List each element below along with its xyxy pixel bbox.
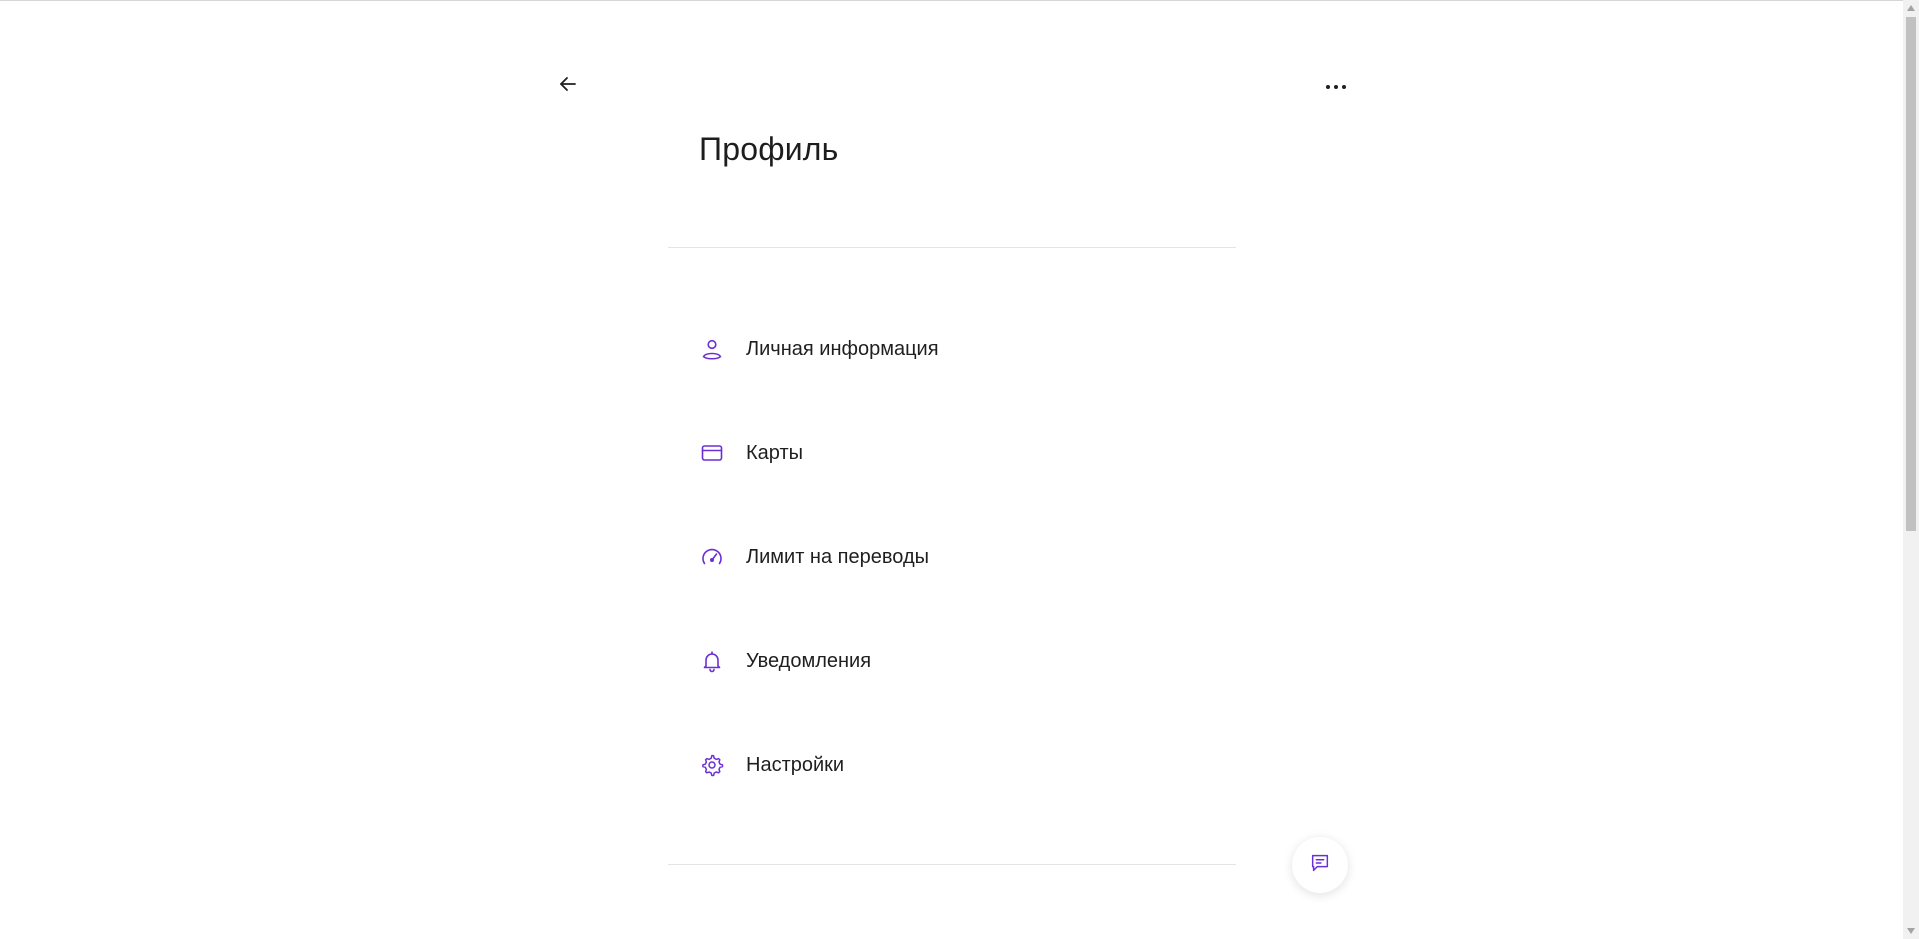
menu-item-personal-info[interactable]: Личная информация — [668, 297, 1236, 401]
profile-menu: Личная информация Карты Лимит на перевод… — [668, 297, 1236, 817]
vertical-scrollbar[interactable] — [1903, 0, 1919, 939]
more-button[interactable] — [1319, 70, 1353, 102]
menu-item-cards[interactable]: Карты — [668, 401, 1236, 505]
bell-icon — [699, 648, 725, 674]
divider — [668, 247, 1236, 248]
scroll-up-arrow-icon[interactable] — [1903, 0, 1919, 16]
arrow-left-icon — [558, 74, 578, 99]
scroll-down-arrow-icon[interactable] — [1903, 923, 1919, 939]
user-icon — [699, 336, 725, 362]
page-title: Профиль — [699, 131, 839, 167]
top-border — [0, 0, 1903, 1]
menu-item-label: Лимит на переводы — [746, 545, 929, 568]
menu-item-label: Карты — [746, 441, 803, 464]
gear-icon — [699, 752, 725, 778]
menu-item-label: Настройки — [746, 753, 845, 776]
chat-button[interactable] — [1292, 837, 1348, 893]
card-icon — [699, 440, 725, 466]
speedometer-icon — [699, 544, 725, 570]
divider — [668, 864, 1236, 865]
chat-icon — [1309, 852, 1331, 879]
more-horizontal-icon — [1325, 77, 1347, 95]
back-button[interactable] — [552, 70, 584, 102]
menu-item-label: Уведомления — [746, 649, 872, 672]
menu-item-settings[interactable]: Настройки — [668, 713, 1236, 817]
menu-item-notifications[interactable]: Уведомления — [668, 609, 1236, 713]
menu-item-label: Личная информация — [746, 337, 939, 360]
scrollbar-thumb[interactable] — [1906, 17, 1916, 531]
menu-item-transfer-limit[interactable]: Лимит на переводы — [668, 505, 1236, 609]
